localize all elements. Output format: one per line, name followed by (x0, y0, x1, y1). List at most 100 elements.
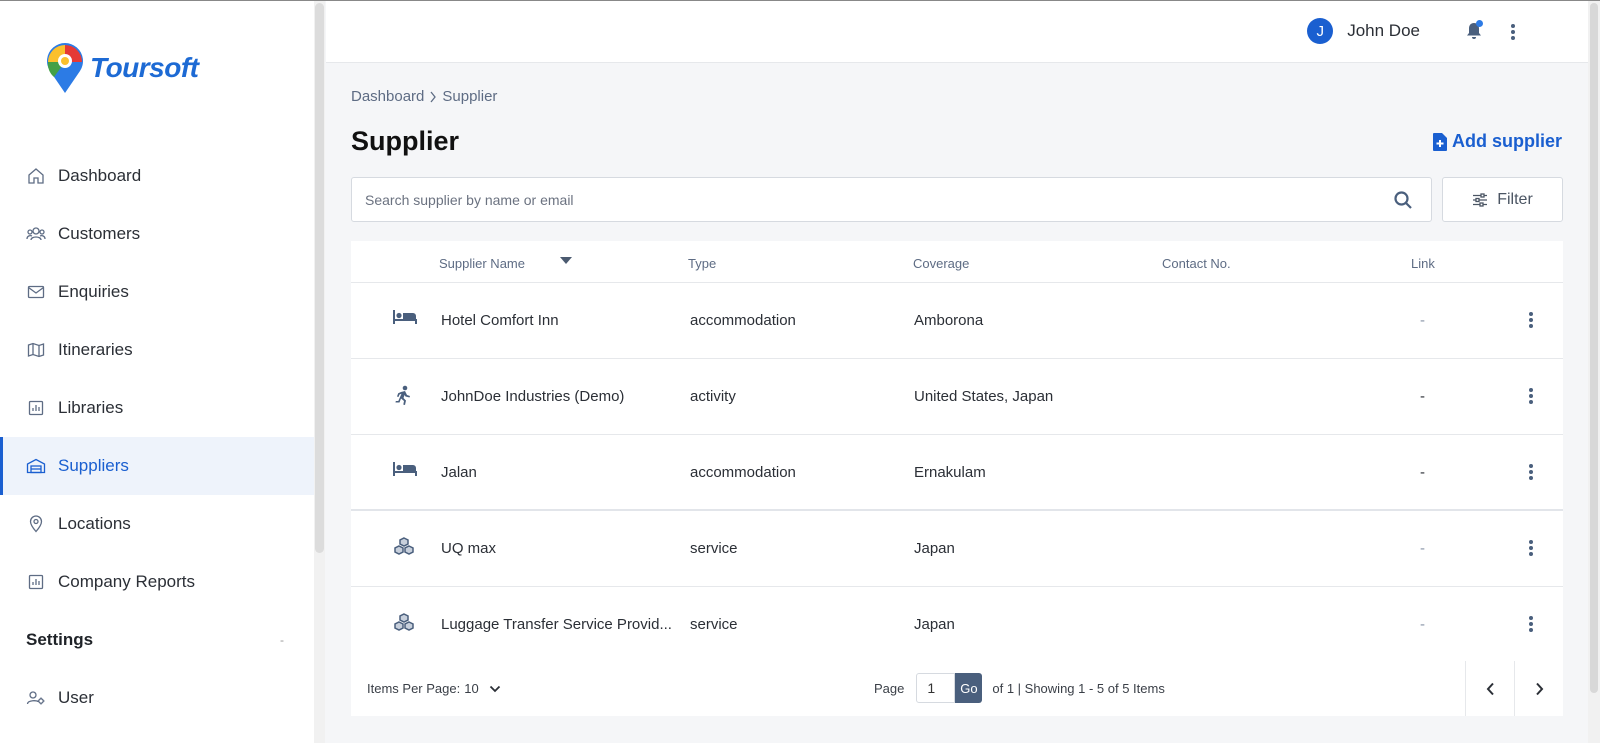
sidebar-item-label: Enquiries (58, 282, 129, 301)
breadcrumb-current: Supplier (442, 88, 498, 105)
add-supplier-button[interactable]: Add supplier (1432, 131, 1562, 152)
table-row[interactable]: Jalan accommodation Ernakulam - (351, 435, 1563, 511)
supplier-coverage: Ernakulam (914, 464, 986, 481)
supplier-link: - (1420, 540, 1425, 557)
notification-bell-icon[interactable] (1464, 20, 1484, 41)
user-name[interactable]: John Doe (1347, 21, 1420, 41)
page-scrollbar-thumb[interactable] (1590, 3, 1598, 693)
supplier-type: service (690, 616, 738, 633)
sidebar-item-customers[interactable]: Customers (0, 205, 314, 263)
supplier-name[interactable]: JohnDoe Industries (Demo) (441, 388, 624, 405)
sidebar-item-dashboard[interactable]: Dashboard (0, 147, 314, 205)
supplier-name[interactable]: Hotel Comfort Inn (441, 312, 559, 329)
row-actions-icon[interactable] (1528, 615, 1536, 633)
supplier-name[interactable]: UQ max (441, 540, 496, 557)
home-icon (26, 166, 46, 186)
sidebar-item-label: Suppliers (58, 456, 129, 475)
brand-logo[interactable]: Toursoft (44, 41, 199, 95)
chevron-right-icon (1535, 682, 1543, 695)
supplier-name[interactable]: Jalan (441, 464, 477, 481)
row-actions-icon[interactable] (1528, 463, 1536, 481)
user-gear-icon (26, 688, 46, 708)
sidebar-section-settings[interactable]: Settings - (0, 611, 314, 669)
supplier-coverage: Amborona (914, 312, 984, 329)
row-actions-icon[interactable] (1528, 539, 1536, 557)
supplier-link: - (1420, 616, 1425, 633)
supplier-type: activity (690, 388, 736, 405)
table-header: Supplier Name Type Coverage Contact No. … (351, 241, 1563, 283)
sliders-icon (1472, 192, 1488, 207)
notification-dot (1476, 20, 1483, 27)
user-menu[interactable]: J John Doe (1307, 18, 1420, 44)
page-label: Page (874, 680, 905, 696)
row-actions-icon[interactable] (1528, 311, 1536, 329)
breadcrumb-dashboard[interactable]: Dashboard (351, 88, 424, 105)
page-title: Supplier (351, 126, 460, 156)
sidebar-item-itineraries[interactable]: Itineraries (0, 321, 314, 379)
pagination-summary: of 1 | Showing 1 - 5 of 5 Items (992, 680, 1165, 696)
top-bar: J John Doe (326, 1, 1588, 63)
collapse-indicator: - (280, 633, 284, 647)
sidebar-item-label: Company Reports (58, 572, 196, 591)
breadcrumb: Dashboard Supplier (351, 88, 497, 105)
page-number-input[interactable] (916, 673, 956, 703)
mail-icon (26, 282, 46, 302)
search-box (351, 177, 1432, 222)
table-row[interactable]: UQ max service Japan - (351, 511, 1563, 587)
sidebar-item-label: Locations (58, 514, 131, 533)
supplier-coverage: Japan (914, 616, 955, 633)
avatar[interactable]: J (1307, 18, 1334, 44)
sidebar-item-enquiries[interactable]: Enquiries (0, 263, 314, 321)
file-plus-icon (1432, 132, 1447, 151)
filter-button[interactable]: Filter (1442, 177, 1563, 222)
more-options-icon[interactable] (1510, 23, 1520, 43)
supplier-coverage: United States, Japan (914, 388, 1054, 405)
supplier-link: - (1420, 388, 1425, 405)
page-scrollbar[interactable] (1588, 1, 1600, 743)
sidebar-item-company-reports[interactable]: Company Reports (0, 553, 314, 611)
brand-name: Toursoft (90, 52, 199, 83)
row-actions-icon[interactable] (1528, 387, 1536, 405)
chevron-right-icon (429, 91, 437, 103)
table-row[interactable]: Hotel Comfort Inn accommodation Amborona… (351, 283, 1563, 359)
filter-label: Filter (1497, 190, 1533, 208)
table-row[interactable]: JohnDoe Industries (Demo) activity Unite… (351, 359, 1563, 435)
sidebar-item-suppliers[interactable]: Suppliers (0, 437, 314, 495)
pagination: Page Go of 1 | Showing 1 - 5 of 5 Items (874, 673, 1165, 703)
chevron-down-icon (489, 681, 501, 696)
next-page-button[interactable] (1514, 661, 1563, 716)
search-input[interactable] (352, 178, 1352, 221)
items-per-page-select[interactable]: Items Per Page: 10 (367, 681, 501, 696)
items-per-page-label: Items Per Page: (367, 681, 461, 696)
sidebar-scrollbar[interactable] (314, 1, 325, 743)
page-nav-buttons (1465, 661, 1563, 716)
sidebar: Toursoft Dashboard Customers Enquiries I… (0, 1, 314, 743)
table-footer: Items Per Page: 10 Page Go of 1 | Showin… (351, 661, 1563, 716)
boxes-icon (393, 537, 417, 559)
running-icon (393, 385, 417, 407)
supplier-coverage: Japan (914, 540, 955, 557)
sidebar-item-label: Customers (58, 224, 141, 243)
users-icon (26, 224, 46, 244)
column-header-supplier-name[interactable]: Supplier Name (439, 256, 525, 271)
sort-descending-icon[interactable] (560, 257, 572, 264)
section-label: Settings (26, 630, 94, 649)
table-row[interactable]: Luggage Transfer Service Provid... servi… (351, 587, 1563, 663)
sidebar-nav: Dashboard Customers Enquiries Itinerarie… (0, 147, 314, 727)
bed-icon (393, 309, 417, 331)
sidebar-item-libraries[interactable]: Libraries (0, 379, 314, 437)
supplier-name[interactable]: Luggage Transfer Service Provid... (441, 616, 672, 633)
supplier-link: - (1420, 464, 1425, 481)
column-header-link: Link (1411, 256, 1435, 271)
sidebar-item-locations[interactable]: Locations (0, 495, 314, 553)
sidebar-item-user[interactable]: User (0, 669, 314, 727)
sidebar-scrollbar-thumb[interactable] (315, 3, 324, 553)
add-supplier-label: Add supplier (1451, 131, 1562, 151)
building-icon (26, 456, 46, 476)
report-icon (26, 572, 46, 592)
boxes-icon (393, 613, 417, 635)
go-button[interactable]: Go (955, 673, 983, 703)
bed-icon (393, 461, 417, 483)
previous-page-button[interactable] (1465, 661, 1514, 716)
search-icon[interactable] (1393, 190, 1413, 210)
